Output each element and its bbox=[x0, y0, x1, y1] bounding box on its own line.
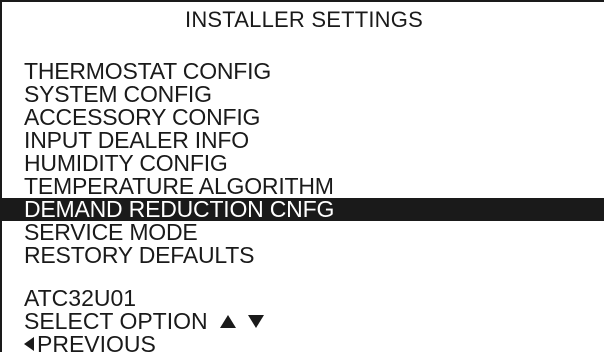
footer: ATC32U01 SELECT OPTION PREVIOUS bbox=[2, 287, 604, 356]
menu-item-restory-defaults[interactable]: RESTORY DEFAULTS bbox=[2, 244, 604, 267]
down-arrow-icon[interactable] bbox=[248, 315, 265, 329]
menu-item-system-config[interactable]: SYSTEM CONFIG bbox=[2, 83, 604, 106]
previous-button[interactable]: PREVIOUS bbox=[2, 333, 604, 356]
left-arrow-icon bbox=[24, 336, 34, 351]
select-option-prompt: SELECT OPTION bbox=[2, 310, 604, 333]
menu-item-demand-reduction-cnfg[interactable]: DEMAND REDUCTION CNFG bbox=[2, 198, 604, 221]
menu-item-humidity-config[interactable]: HUMIDITY CONFIG bbox=[2, 152, 604, 175]
menu-item-thermostat-config[interactable]: THERMOSTAT CONFIG bbox=[2, 60, 604, 83]
page-title: INSTALLER SETTINGS bbox=[185, 7, 423, 32]
model-code: ATC32U01 bbox=[24, 285, 137, 311]
thermostat-display: INSTALLER SETTINGS THERMOSTAT CONFIG SYS… bbox=[0, 0, 604, 356]
menu-item-service-mode[interactable]: SERVICE MODE bbox=[2, 221, 604, 244]
menu-item-input-dealer-info[interactable]: INPUT DEALER INFO bbox=[2, 129, 604, 152]
previous-label: PREVIOUS bbox=[37, 331, 156, 357]
menu-item-temperature-algorithm[interactable]: TEMPERATURE ALGORITHM bbox=[2, 175, 604, 198]
up-arrow-icon[interactable] bbox=[220, 315, 237, 329]
installer-menu: THERMOSTAT CONFIG SYSTEM CONFIG ACCESSOR… bbox=[2, 60, 604, 267]
menu-item-accessory-config[interactable]: ACCESSORY CONFIG bbox=[2, 106, 604, 129]
